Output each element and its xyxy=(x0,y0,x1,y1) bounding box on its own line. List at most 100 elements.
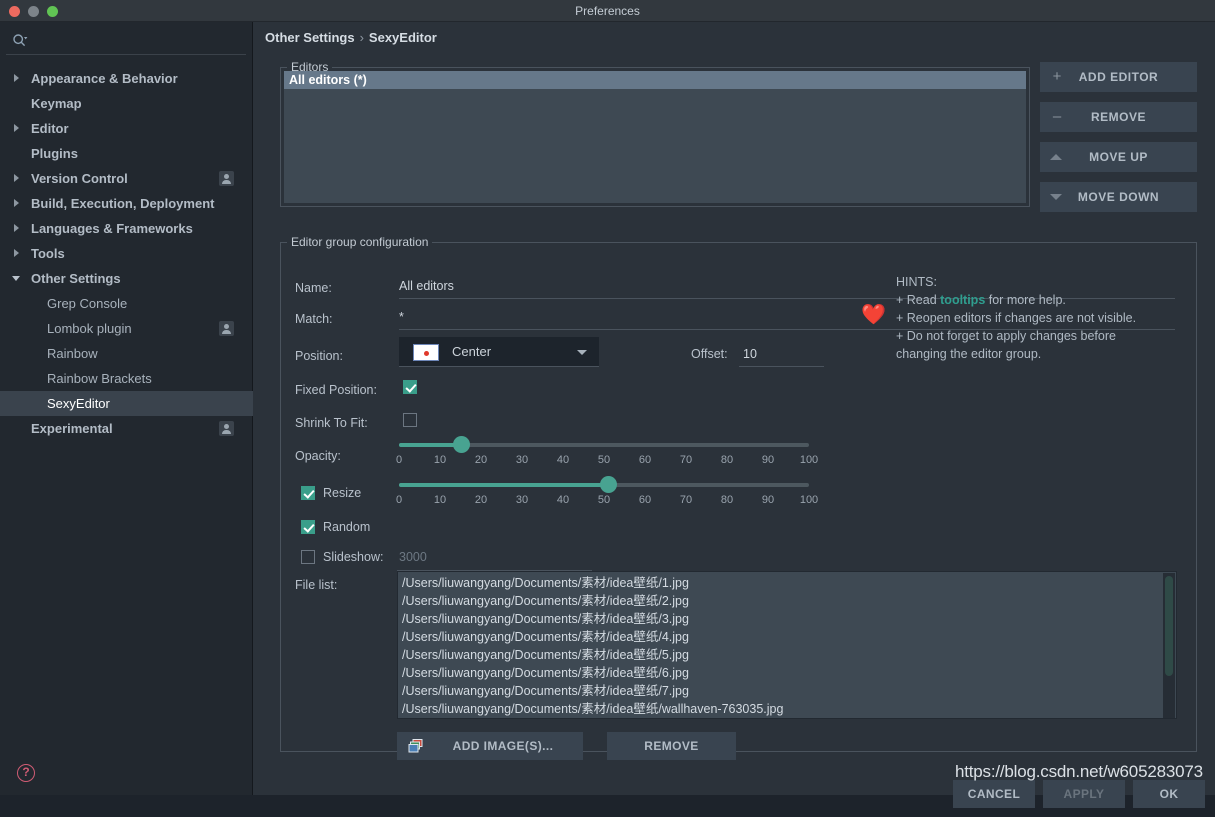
hints-line-2: + Reopen editors if changes are not visi… xyxy=(896,311,1137,325)
sidebar-item-experimental[interactable]: Experimental xyxy=(0,416,253,441)
user-badge-icon xyxy=(219,171,234,186)
position-dropdown[interactable]: Center xyxy=(399,337,599,367)
help-icon[interactable]: ? xyxy=(17,764,35,782)
side-button-label: MOVE DOWN xyxy=(1077,190,1160,204)
chevron-right-icon[interactable] xyxy=(14,74,19,82)
tooltips-link[interactable]: tooltips xyxy=(940,293,985,307)
hints-line-3: + Do not forget to apply changes before xyxy=(896,329,1116,343)
add-editor-button[interactable]: + ADD EDITOR xyxy=(1040,62,1197,92)
search-input[interactable] xyxy=(34,30,239,50)
file-list-item[interactable]: /Users/liuwangyang/Documents/素材/idea壁纸/1… xyxy=(398,574,1176,592)
file-list-item[interactable]: /Users/liuwangyang/Documents/素材/idea壁纸/w… xyxy=(398,700,1176,718)
move-up-button[interactable]: MOVE UP xyxy=(1040,142,1197,172)
side-button-label: MOVE UP xyxy=(1089,150,1148,164)
opacity-slider-fill xyxy=(399,443,461,447)
chevron-right-icon[interactable] xyxy=(14,224,19,232)
editor-actions-panel: + ADD EDITOR – REMOVE MOVE UP MOVE DOWN xyxy=(1040,62,1197,222)
editors-list-item[interactable]: All editors (*) xyxy=(284,71,1026,89)
slider-tick-label: 80 xyxy=(720,454,734,466)
sidebar-item-grep-console[interactable]: Grep Console xyxy=(0,291,253,316)
sidebar-item-label: Rainbow Brackets xyxy=(47,371,152,386)
position-label: Position: xyxy=(295,349,343,363)
breadcrumb-parent[interactable]: Other Settings xyxy=(265,30,355,45)
sidebar-item-sexyeditor[interactable]: SexyEditor xyxy=(0,391,253,416)
sidebar-item-build-execution-deployment[interactable]: Build, Execution, Deployment xyxy=(0,191,253,216)
file-list-item[interactable]: /Users/liuwangyang/Documents/素材/idea壁纸/7… xyxy=(398,682,1176,700)
opacity-slider-thumb[interactable] xyxy=(452,436,470,453)
sidebar-item-plugins[interactable]: Plugins xyxy=(0,141,253,166)
slider-tick-label: 90 xyxy=(761,454,775,466)
sidebar-item-keymap[interactable]: Keymap xyxy=(0,91,253,116)
slider-tick-label: 50 xyxy=(597,494,611,506)
resize-slider-fill xyxy=(399,483,609,487)
random-label: Random xyxy=(323,520,371,534)
apply-button[interactable]: APPLY xyxy=(1043,780,1125,808)
opacity-label: Opacity: xyxy=(295,449,341,463)
hints-line-1-pre: + Read xyxy=(896,293,941,307)
move-down-button[interactable]: MOVE DOWN xyxy=(1040,182,1197,212)
remove-images-button[interactable]: REMOVE xyxy=(607,732,736,760)
shrink-to-fit-label: Shrink To Fit: xyxy=(295,416,368,430)
sidebar-item-version-control[interactable]: Version Control xyxy=(0,166,253,191)
chevron-right-icon[interactable] xyxy=(14,199,19,207)
chevron-right-icon[interactable] xyxy=(14,124,19,132)
sidebar-search-box[interactable] xyxy=(6,27,246,55)
slider-tick-label: 30 xyxy=(515,454,529,466)
file-list[interactable]: /Users/liuwangyang/Documents/素材/idea壁纸/1… xyxy=(397,571,1177,719)
breadcrumb-separator-icon: › xyxy=(359,30,364,45)
sidebar-item-languages-frameworks[interactable]: Languages & Frameworks xyxy=(0,216,253,241)
file-list-item[interactable]: /Users/liuwangyang/Documents/素材/idea壁纸/2… xyxy=(398,592,1176,610)
fixed-position-checkbox[interactable] xyxy=(403,380,417,394)
resize-checkbox[interactable] xyxy=(301,486,315,500)
chevron-down-icon[interactable] xyxy=(12,276,20,281)
sidebar-item-tools[interactable]: Tools xyxy=(0,241,253,266)
sidebar-item-label: Lombok plugin xyxy=(47,321,132,336)
search-icon xyxy=(12,33,28,49)
remove-images-label: REMOVE xyxy=(644,739,699,753)
breadcrumb: Other Settings › SexyEditor xyxy=(265,30,437,45)
preferences-main-panel: Other Settings › SexyEditor Editors All ed… xyxy=(253,22,1215,808)
file-list-item[interactable]: /Users/liuwangyang/Documents/素材/idea壁纸/4… xyxy=(398,628,1176,646)
file-list-item[interactable]: /Users/liuwangyang/Documents/素材/idea壁纸/6… xyxy=(398,664,1176,682)
file-list-scrollbar[interactable] xyxy=(1163,573,1175,718)
offset-label: Offset: xyxy=(691,347,728,361)
slider-tick-label: 10 xyxy=(433,494,447,506)
add-images-button[interactable]: ADD IMAGE(S)... xyxy=(397,732,583,760)
hints-line-1: + Read tooltips for more help. xyxy=(896,293,1066,307)
sidebar-item-lombok-plugin[interactable]: Lombok plugin xyxy=(0,316,253,341)
slider-tick-label: 100 xyxy=(799,494,819,506)
name-value[interactable]: All editors xyxy=(399,279,454,293)
slider-tick-label: 100 xyxy=(799,454,819,466)
breadcrumb-current: SexyEditor xyxy=(368,30,437,45)
sidebar-item-appearance-behavior[interactable]: Appearance & Behavior xyxy=(0,66,253,91)
sidebar-item-rainbow-brackets[interactable]: Rainbow Brackets xyxy=(0,366,253,391)
remove-button[interactable]: – REMOVE xyxy=(1040,102,1197,132)
chevron-right-icon[interactable] xyxy=(14,174,19,182)
slideshow-checkbox[interactable] xyxy=(301,550,315,564)
sidebar-item-rainbow[interactable]: Rainbow xyxy=(0,341,253,366)
sidebar-item-editor[interactable]: Editor xyxy=(0,116,253,141)
file-list-item[interactable]: /Users/liuwangyang/Documents/素材/idea壁纸/3… xyxy=(398,610,1176,628)
slideshow-interval-input[interactable]: 3000 xyxy=(399,550,427,564)
editors-list[interactable]: All editors (*) xyxy=(284,71,1026,203)
ok-button[interactable]: OK xyxy=(1133,780,1205,808)
resize-slider-thumb[interactable] xyxy=(600,476,618,493)
shrink-to-fit-checkbox[interactable] xyxy=(403,413,417,427)
file-list-scrollbar-thumb[interactable] xyxy=(1165,576,1173,676)
sidebar-item-other-settings[interactable]: Other Settings xyxy=(0,266,253,291)
heart-icon: ❤️ xyxy=(861,304,886,326)
settings-sidebar: Appearance & Behavior Keymap Editor Plugins… xyxy=(0,22,253,795)
cancel-button[interactable]: CANCEL xyxy=(953,780,1035,808)
hints-line-1-post: for more help. xyxy=(985,293,1066,307)
match-value[interactable]: * xyxy=(399,310,404,324)
name-label: Name: xyxy=(295,281,332,295)
sidebar-item-label: Plugins xyxy=(31,146,78,161)
chevron-right-icon[interactable] xyxy=(14,249,19,257)
offset-value[interactable]: 10 xyxy=(743,347,757,361)
chevron-down-icon xyxy=(577,350,587,355)
slider-tick-label: 40 xyxy=(556,454,570,466)
slider-tick-label: 10 xyxy=(433,454,447,466)
file-list-item[interactable]: /Users/liuwangyang/Documents/素材/idea壁纸/5… xyxy=(398,646,1176,664)
sidebar-item-label: Rainbow xyxy=(47,346,98,361)
random-checkbox[interactable] xyxy=(301,520,315,534)
